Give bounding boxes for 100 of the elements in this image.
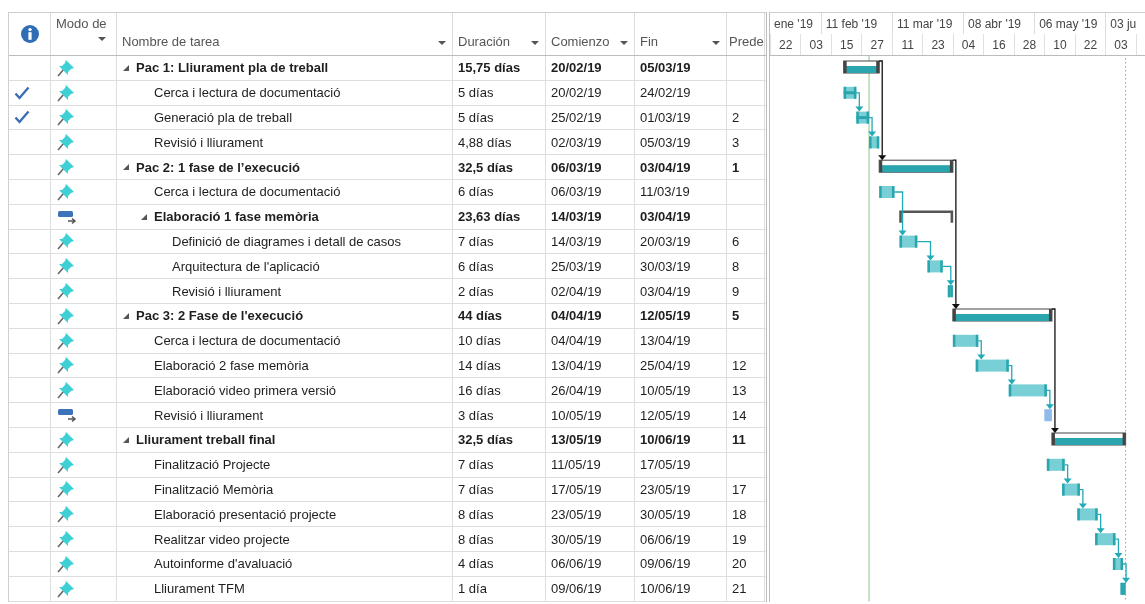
- table-cell: 09/06/19: [640, 556, 691, 572]
- task-name: Pac 1: Lliurament pla de treball: [136, 60, 329, 76]
- task-bar: [975, 359, 1009, 372]
- pushpin-icon: [57, 133, 75, 152]
- expand-toggle-icon[interactable]: [123, 312, 129, 319]
- table-cell: 13/04/19: [640, 333, 691, 349]
- expand-toggle-icon[interactable]: [141, 213, 147, 220]
- column-header[interactable]: Prede: [727, 13, 765, 55]
- task-bar: [899, 235, 918, 248]
- table-cell: 17: [732, 481, 747, 497]
- table-cell: 16 días: [458, 382, 501, 398]
- task-bar: [1095, 533, 1116, 546]
- task-name: Elaboració presentació projecte: [154, 506, 337, 522]
- task-name: Revisió i lliurament: [172, 283, 282, 299]
- table-cell: 32,5 días: [458, 159, 513, 175]
- timescale-label: 11: [891, 34, 923, 55]
- table-cell: 3: [732, 134, 740, 150]
- table-cell: 20/02/19: [551, 85, 602, 101]
- task-name: Cerca i lectura de documentació: [154, 184, 341, 200]
- expand-toggle-icon[interactable]: [123, 436, 129, 443]
- pushpin-icon: [57, 480, 75, 499]
- table-cell: 06/03/19: [551, 184, 602, 200]
- pushpin-icon: [57, 108, 75, 127]
- table-cell: 26/04/19: [551, 382, 602, 398]
- table-cell: 2: [732, 110, 740, 125]
- dependency-arrow: [977, 340, 986, 360]
- dependency-arrow: [916, 240, 935, 261]
- timescale-label: 06 may '19: [1034, 13, 1106, 34]
- table-cell: 1: [732, 159, 740, 175]
- column-header[interactable]: Fin: [635, 13, 727, 55]
- column-header[interactable]: Comienzo: [546, 13, 635, 55]
- table-cell: 30/05/19: [640, 506, 691, 522]
- table-cell: 11/05/19: [551, 457, 601, 473]
- dependency-arrow: [1122, 563, 1131, 583]
- table-cell: 01/03/19: [640, 110, 691, 125]
- timescale-label: 16: [983, 34, 1014, 55]
- task-name: Elaboració 2 fase memòria: [154, 357, 309, 373]
- table-cell: 20/02/19: [551, 60, 602, 76]
- table-cell: 25/04/19: [640, 357, 691, 373]
- pushpin-icon: [57, 58, 75, 77]
- table-cell: 10/05/19: [640, 382, 691, 398]
- table-cell: 06/06/19: [640, 531, 691, 547]
- task-name: Lliurament treball final: [136, 432, 276, 448]
- task-bar: [869, 136, 880, 149]
- table-cell: 20: [732, 556, 747, 572]
- table-cell: 30/05/19: [551, 531, 602, 547]
- table-cell: 5 días: [458, 110, 494, 125]
- timescale-label: 11 feb '19: [820, 13, 892, 34]
- table-cell: 4,88 días: [458, 134, 512, 150]
- expand-toggle-icon[interactable]: [123, 64, 129, 71]
- task-bar: [947, 285, 953, 298]
- pushpin-icon: [57, 306, 75, 325]
- table-cell: 06/03/19: [551, 159, 602, 175]
- table-cell: 14/03/19: [551, 233, 602, 249]
- timescale-label: ene '19: [773, 16, 814, 33]
- column-header[interactable]: Modo de: [51, 13, 117, 55]
- table-cell: 10/06/19: [640, 432, 691, 448]
- table-cell: 14/03/19: [551, 209, 602, 225]
- dependency-arrow: [893, 191, 907, 236]
- table-cell: 14: [732, 407, 747, 423]
- timescale-label: 03: [1105, 34, 1136, 55]
- task-bar: [1008, 384, 1047, 397]
- task-name: Pac 3: 2 Fase de l'execució: [136, 308, 304, 324]
- dropdown-arrow-icon: [712, 41, 720, 45]
- manual-task-bar: [1044, 409, 1052, 422]
- summary-bracket: [899, 210, 954, 223]
- table-cell: 1 día: [458, 581, 487, 597]
- table-cell: 21: [732, 581, 747, 597]
- column-header[interactable]: Nombre de tarea: [117, 13, 453, 55]
- dropdown-arrow-icon: [438, 41, 446, 45]
- pushpin-icon: [57, 579, 75, 598]
- task-bar: [1062, 483, 1080, 496]
- pushpin-icon: [57, 257, 75, 276]
- table-cell: 32,5 días: [458, 432, 513, 448]
- table-cell: 03/04/19: [640, 159, 691, 175]
- table-cell: 13: [732, 382, 747, 398]
- task-name: Cerca i lectura de documentació: [154, 85, 341, 101]
- task-name: Elaboració video primera versió: [154, 382, 337, 398]
- dropdown-arrow-icon: [531, 41, 539, 45]
- dependency-arrow: [1114, 538, 1123, 558]
- manual-task-icon: [57, 208, 77, 225]
- task-name: Revisió i lliurament: [154, 134, 264, 150]
- dropdown-arrow-icon: [620, 41, 628, 45]
- task-bar: [1077, 508, 1098, 521]
- dependency-arrow: [1096, 513, 1105, 534]
- timescale-label: 03: [800, 34, 831, 55]
- table-cell: 19: [732, 531, 747, 547]
- task-bar: [856, 111, 870, 124]
- column-header[interactable]: Duración: [453, 13, 546, 55]
- table-cell: 03/04/19: [640, 283, 691, 299]
- task-bar: [952, 334, 979, 347]
- table-cell: 06/06/19: [551, 556, 602, 572]
- table-cell: 20/03/19: [640, 233, 691, 249]
- table-cell: 14 días: [458, 357, 501, 373]
- manual-task-icon: [57, 407, 77, 424]
- task-name: Elaboració 1 fase memòria: [154, 209, 319, 225]
- table-cell: 05/03/19: [640, 134, 691, 150]
- table-cell: 11/03/19: [640, 184, 690, 200]
- expand-toggle-icon[interactable]: [123, 164, 129, 171]
- table-cell: 6: [732, 233, 740, 249]
